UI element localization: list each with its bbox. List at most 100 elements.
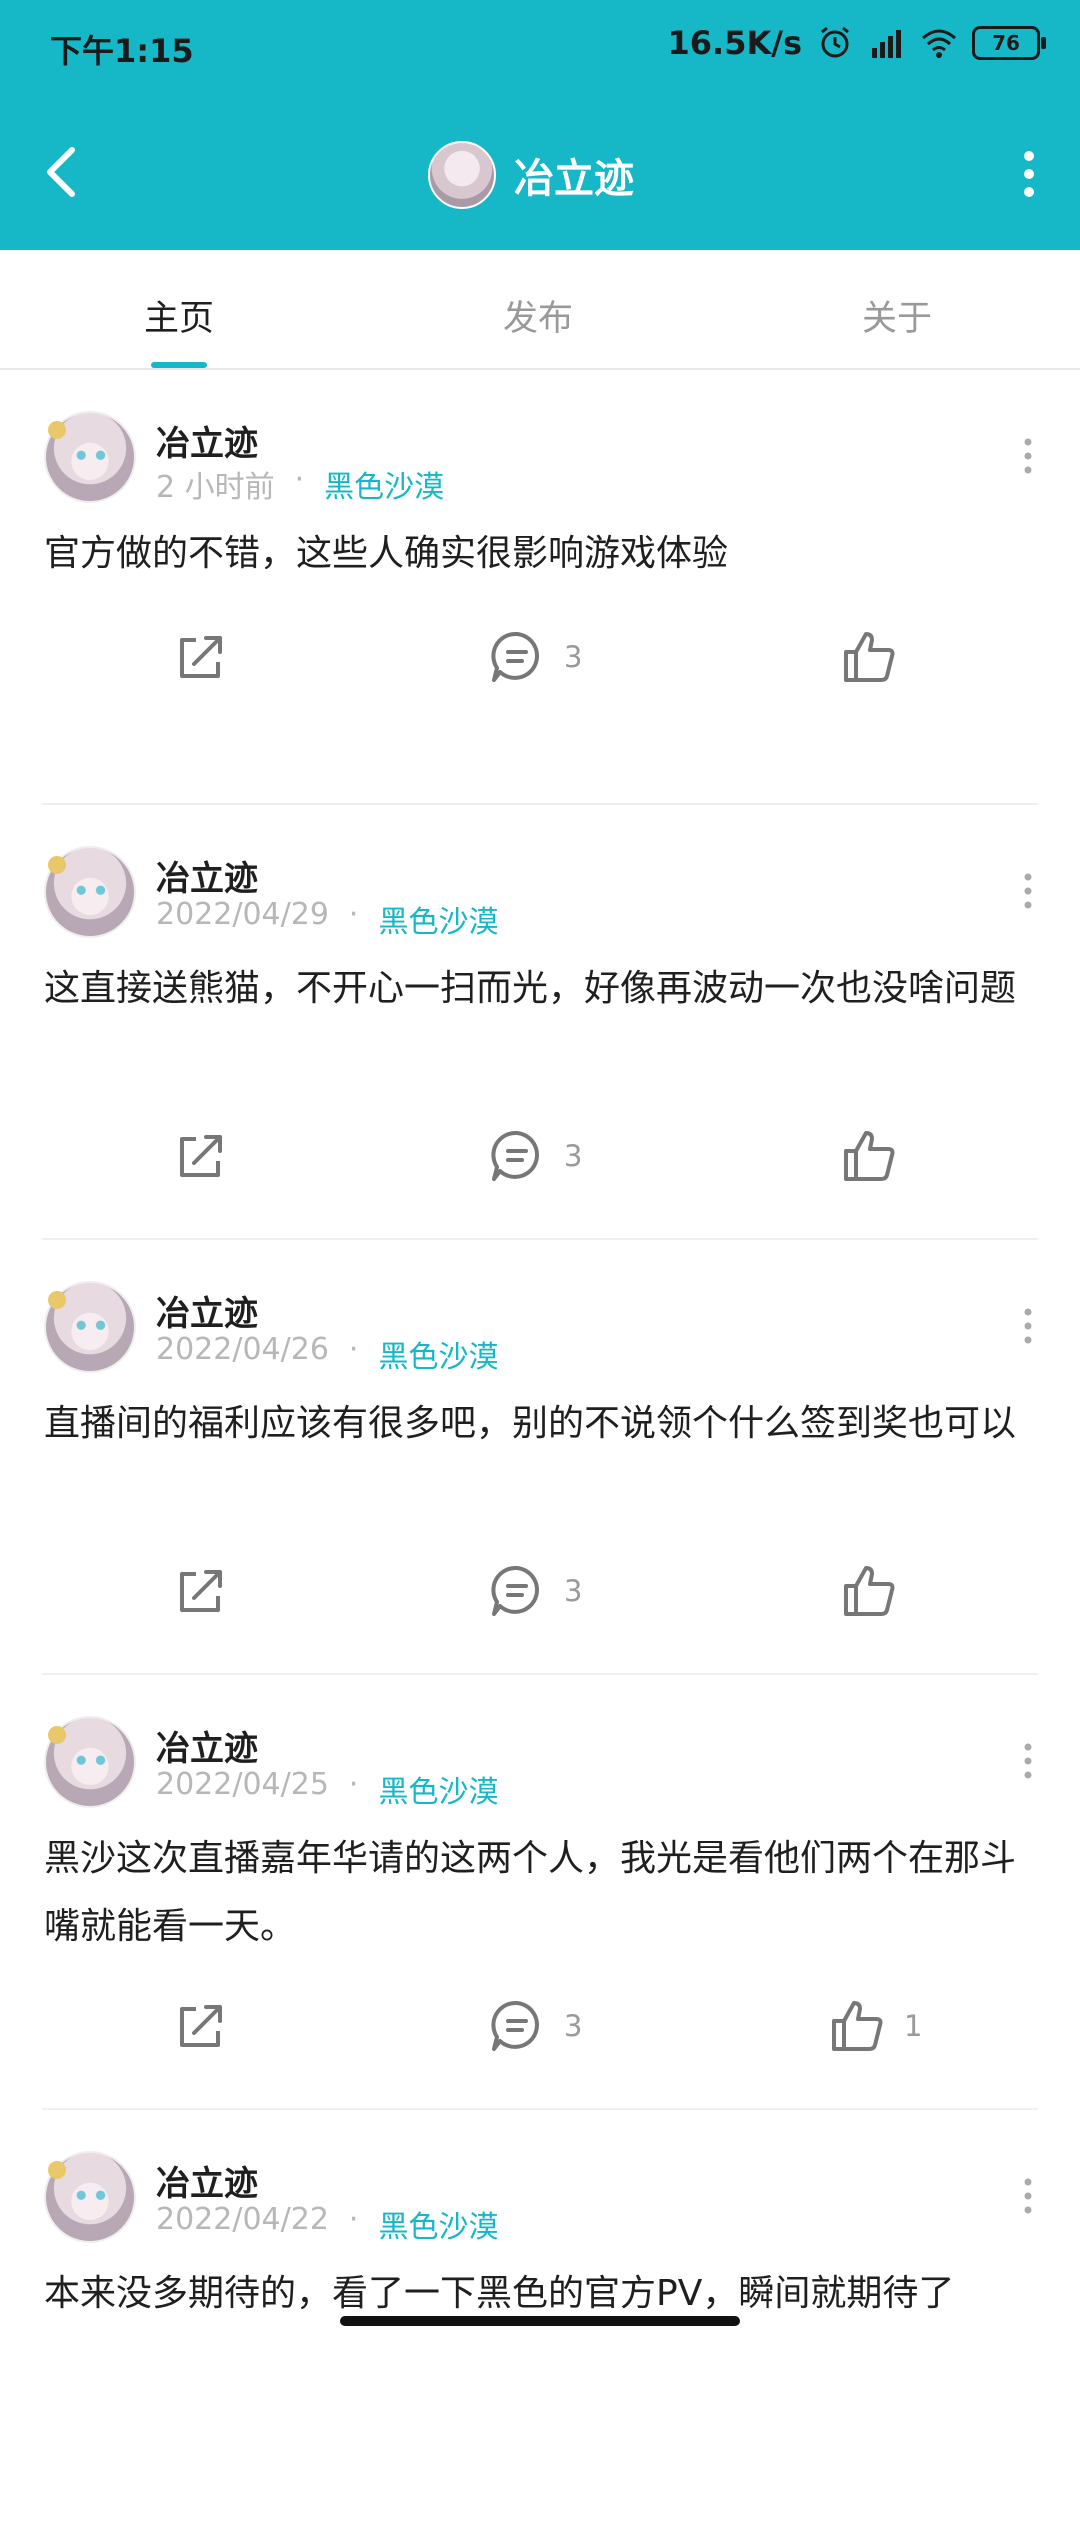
- thumbs-up-icon: [844, 1566, 895, 1616]
- hair-flower: [48, 856, 66, 874]
- share-icon: [180, 1135, 222, 1177]
- page-title: 冶立迹: [514, 156, 634, 202]
- status-right: 16.5K/s 76: [667, 24, 1046, 62]
- post-author[interactable]: 冶立迹: [156, 2156, 258, 2205]
- post-time: 2022/04/25: [156, 1767, 329, 1802]
- network-speed: 16.5K/s: [667, 24, 802, 62]
- post-actions: 3: [0, 1562, 1080, 1642]
- thumbs-up-icon: [844, 632, 895, 682]
- share-icon: [180, 2005, 222, 2047]
- game-tag[interactable]: 黑色沙漠: [378, 1332, 498, 1376]
- post-meta: 2022/04/25 · 黑色沙漠: [156, 1767, 498, 1811]
- comment-count: 3: [564, 1574, 583, 1608]
- comment-count: 3: [564, 1139, 583, 1173]
- meta-separator: ·: [348, 897, 359, 932]
- post-item: 冶立迹 2 小时前 · 黑色沙漠 官方做的不错，这些人确实很影响游戏体验 3: [0, 370, 1080, 805]
- post-more-icon[interactable]: [1016, 1306, 1040, 1346]
- post-meta: 2022/04/26 · 黑色沙漠: [156, 1332, 498, 1376]
- post-meta: 2 小时前 · 黑色沙漠: [156, 462, 444, 506]
- battery-indicator: 76: [972, 26, 1046, 60]
- avatar: [428, 141, 496, 209]
- post-text[interactable]: 这直接送熊猫，不开心一扫而光，好像再波动一次也没啥问题: [44, 955, 1044, 1023]
- tab-published[interactable]: 发布: [503, 290, 573, 341]
- post-item: 冶立迹 2022/04/22 · 黑色沙漠 本来没多期待的，看了一下黑色的官方P…: [0, 2110, 1080, 2545]
- post-time: 2022/04/26: [156, 1332, 329, 1367]
- game-tag[interactable]: 黑色沙漠: [378, 2202, 498, 2246]
- comment-icon: [491, 1130, 539, 1181]
- comment-icon: [491, 631, 539, 682]
- post-time: 2022/04/29: [156, 897, 329, 932]
- post-time: 2 小时前: [156, 470, 275, 505]
- post-text[interactable]: 官方做的不错，这些人确实很影响游戏体验: [44, 520, 1044, 588]
- hair-flower: [48, 421, 66, 439]
- post-more-icon[interactable]: [1016, 871, 1040, 911]
- like-button[interactable]: [840, 1562, 916, 1620]
- avatar[interactable]: [44, 2151, 136, 2243]
- thumbs-up-icon: [844, 1131, 895, 1181]
- post-author[interactable]: 冶立迹: [156, 416, 258, 465]
- post-text[interactable]: 直播间的福利应该有很多吧，别的不说领个什么签到奖也可以: [44, 1390, 1044, 1458]
- tab-bar: 主页 发布 关于: [0, 250, 1080, 370]
- hair-flower: [48, 1291, 66, 1309]
- post-item: 冶立迹 2022/04/25 · 黑色沙漠 黑沙这次直播嘉年华请的这两个人，我光…: [0, 1675, 1080, 2110]
- post-author[interactable]: 冶立迹: [156, 1721, 258, 1770]
- game-tag[interactable]: 黑色沙漠: [378, 1767, 498, 1811]
- post-meta: 2022/04/29 · 黑色沙漠: [156, 897, 498, 941]
- post-text[interactable]: 黑沙这次直播嘉年华请的这两个人，我光是看他们两个在那斗嘴就能看一天。: [44, 1825, 1044, 1961]
- hair-flower: [48, 1726, 66, 1744]
- post-actions: 3: [0, 628, 1080, 708]
- like-count: 1: [904, 2009, 923, 2043]
- tab-about[interactable]: 关于: [862, 290, 932, 341]
- wifi-icon: [922, 29, 956, 58]
- avatar[interactable]: [44, 846, 136, 938]
- comment-button[interactable]: 3: [488, 1997, 582, 2055]
- meta-separator: ·: [294, 462, 305, 497]
- meta-separator: ·: [348, 1332, 359, 1367]
- back-icon[interactable]: [38, 142, 88, 202]
- game-tag[interactable]: 黑色沙漠: [324, 462, 444, 506]
- alarm-icon: [821, 26, 849, 58]
- post-author[interactable]: 冶立迹: [156, 1286, 258, 1335]
- post-time: 2022/04/22: [156, 2202, 329, 2237]
- comment-count: 3: [564, 640, 583, 674]
- comment-icon: [491, 2000, 539, 2051]
- share-icon: [180, 1570, 222, 1612]
- share-icon: [180, 636, 222, 678]
- avatar[interactable]: [44, 1281, 136, 1373]
- post-more-icon[interactable]: [1016, 2176, 1040, 2216]
- more-vertical-icon[interactable]: [1014, 146, 1044, 202]
- post-meta: 2022/04/22 · 黑色沙漠: [156, 2202, 498, 2246]
- meta-separator: ·: [348, 1767, 359, 1802]
- post-actions: 3: [0, 1127, 1080, 1207]
- post-feed: 冶立迹 2 小时前 · 黑色沙漠 官方做的不错，这些人确实很影响游戏体验 3 冶…: [0, 370, 1080, 2545]
- avatar[interactable]: [44, 411, 136, 503]
- share-button[interactable]: [172, 1562, 230, 1620]
- comment-button[interactable]: 3: [488, 1562, 582, 1620]
- status-bar: 下午1:15 16.5K/s 76: [0, 0, 1080, 96]
- tab-active-indicator: [151, 362, 207, 368]
- like-button[interactable]: [840, 628, 916, 686]
- tab-home[interactable]: 主页: [144, 290, 214, 341]
- share-button[interactable]: [172, 628, 230, 686]
- share-button[interactable]: [172, 1127, 230, 1185]
- like-button[interactable]: 1: [828, 1997, 922, 2055]
- comment-count: 3: [564, 2009, 583, 2043]
- thumbs-up-icon: [832, 2001, 883, 2051]
- post-more-icon[interactable]: [1016, 1741, 1040, 1781]
- post-more-icon[interactable]: [1016, 436, 1040, 476]
- profile-title: 冶立迹: [428, 141, 634, 209]
- like-button[interactable]: [840, 1127, 916, 1185]
- comment-button[interactable]: 3: [488, 628, 582, 686]
- post-author[interactable]: 冶立迹: [156, 851, 258, 900]
- hair-flower: [48, 2161, 66, 2179]
- app-header-background: 下午1:15 16.5K/s 76 冶立迹: [0, 0, 1080, 250]
- avatar[interactable]: [44, 1716, 136, 1808]
- comment-button[interactable]: 3: [488, 1127, 582, 1185]
- share-button[interactable]: [172, 1997, 230, 2055]
- post-actions: 3 1: [0, 1997, 1080, 2077]
- home-indicator[interactable]: [340, 2316, 740, 2326]
- comment-icon: [491, 1565, 539, 1616]
- post-item: 冶立迹 2022/04/29 · 黑色沙漠 这直接送熊猫，不开心一扫而光，好像再…: [0, 805, 1080, 1240]
- game-tag[interactable]: 黑色沙漠: [378, 897, 498, 941]
- post-item: 冶立迹 2022/04/26 · 黑色沙漠 直播间的福利应该有很多吧，别的不说领…: [0, 1240, 1080, 1675]
